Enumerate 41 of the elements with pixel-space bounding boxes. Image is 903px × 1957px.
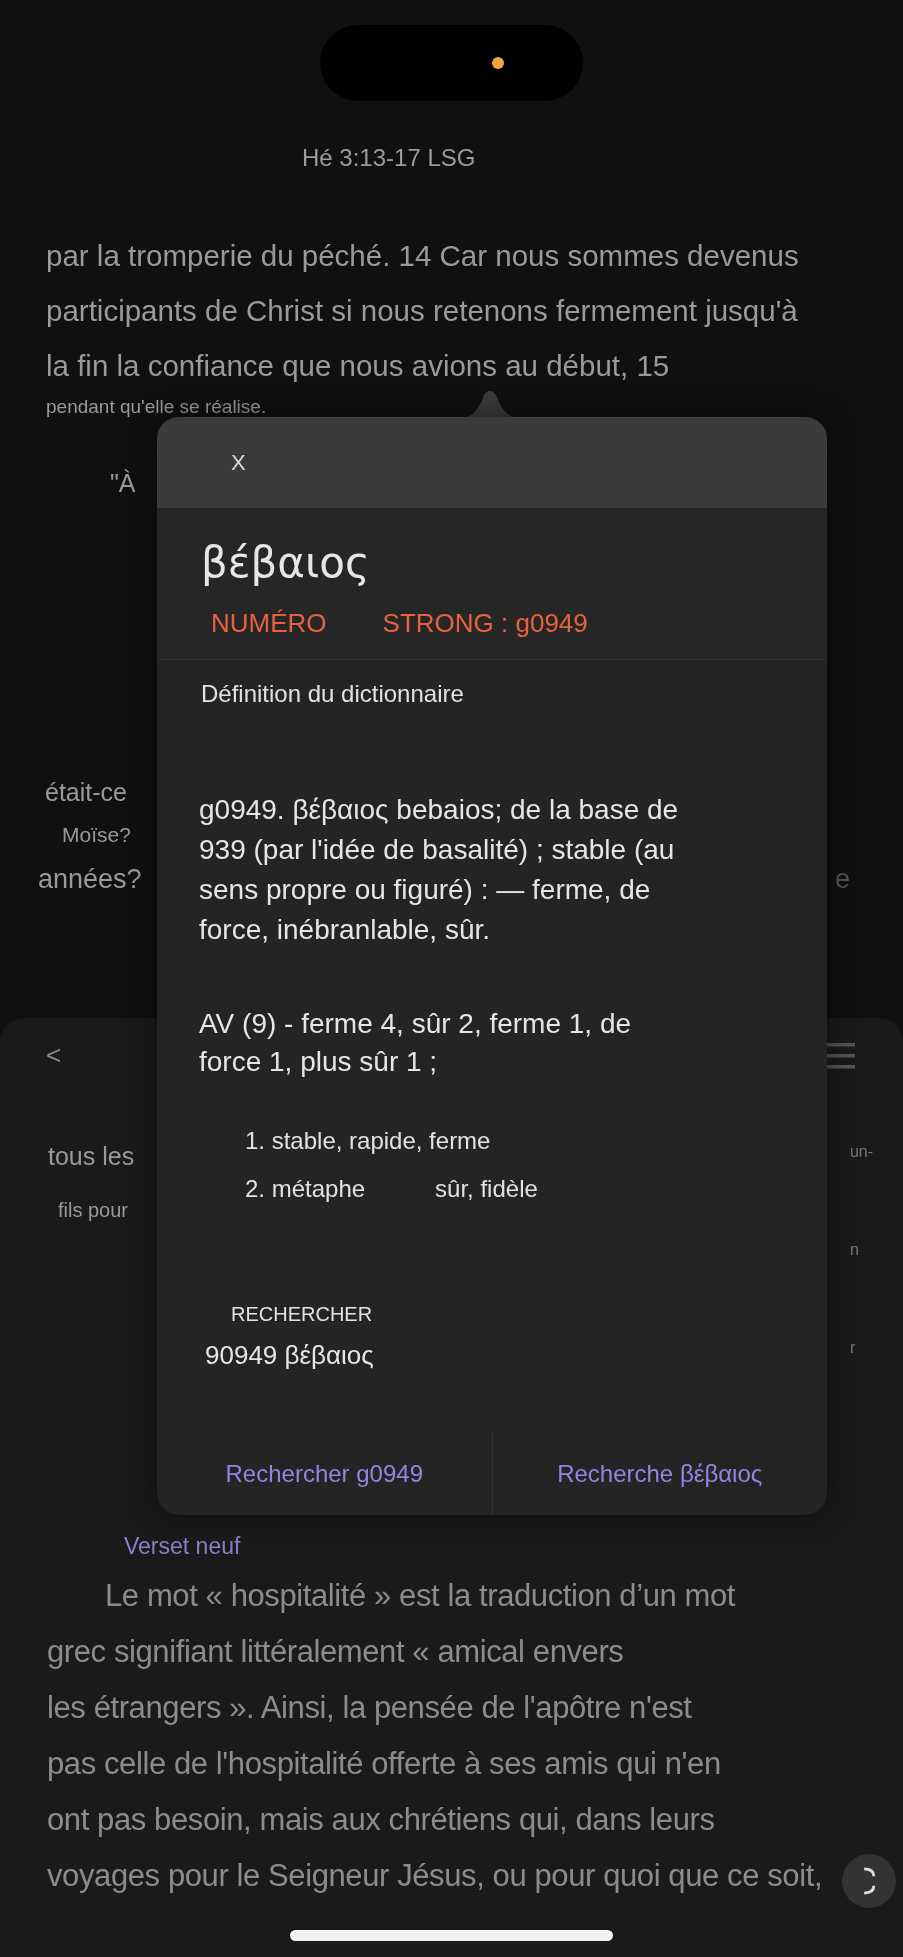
text-fragment: n xyxy=(849,1241,859,1259)
verse-fragment: Moïse? xyxy=(62,822,131,848)
article-line: grec signifiant littéralement « amical envers xyxy=(47,1633,624,1671)
indicator-dot-icon xyxy=(492,57,504,69)
text-fragment: fils pour xyxy=(58,1198,129,1223)
verse-line: participants de Christ si nous retenons fermement jusqu'à xyxy=(46,293,798,329)
greek-word: βέβαιος xyxy=(201,538,370,588)
article-line: les étrangers ». Ainsi, la pensée de l'apôtre n'est xyxy=(47,1689,692,1727)
article-line: voyages pour le Seigneur Jésus, ou pour quoi que ce soit, xyxy=(47,1857,823,1895)
new-verse-link[interactable]: Verset neuf xyxy=(124,1533,241,1560)
search-heading: RECHERCHER xyxy=(231,1303,373,1326)
verse-fragment: était-ce xyxy=(45,777,127,808)
back-button[interactable]: < xyxy=(46,1040,62,1071)
article-line: pas celle de l'hospitalité offerte à ses amis qui n'en xyxy=(47,1745,721,1783)
verse-line: la fin la confiance que nous avions au début, 15 xyxy=(46,348,670,384)
verse-line: pendant qu'elle se réalise. xyxy=(46,395,267,419)
search-link[interactable]: Rechercher g0949 xyxy=(157,1433,493,1515)
sense-note: sûr, fidèle xyxy=(435,1174,538,1204)
article-line: Le mot « hospitalité » est la traduction d’un mot xyxy=(105,1577,736,1615)
search-link[interactable]: Recherche βέβαιος xyxy=(492,1433,827,1515)
section-title: Définition du dictionnaire xyxy=(201,680,464,708)
strong-label: NUMÉRO xyxy=(211,608,327,639)
close-button[interactable]: X xyxy=(223,445,254,480)
passage-reference[interactable]: Hé 3:13-17 LSG xyxy=(302,143,476,173)
verse-line: par la tromperie du péché. 14 Car nous sommes devenus xyxy=(46,238,799,274)
strong-number: STRONG : g0949 xyxy=(382,608,588,639)
floating-button[interactable] xyxy=(842,1854,896,1908)
verse-fragment: "À xyxy=(110,468,136,499)
article-line: ont pas besoin, mais aux chrétiens qui, dans leurs xyxy=(47,1801,715,1839)
text-fragment: tous les xyxy=(48,1141,135,1172)
bracket-icon xyxy=(861,1866,877,1896)
search-term: 90949 βέβαιος xyxy=(205,1340,374,1371)
usage-text: AV (9) - ferme 4, sûr 2, ferme 1, de force 1, plus sûr 1 ; xyxy=(199,1007,633,1079)
text-fragment: un- xyxy=(849,1143,873,1161)
verse-fragment: années? xyxy=(38,863,142,896)
sense-item: 1. stable, rapide, ferme xyxy=(245,1126,491,1156)
sense-item: 2. métaphe xyxy=(245,1174,366,1204)
menu-icon[interactable] xyxy=(825,1042,855,1069)
definition-text: g0949. βέβαιος bebaios; de la base de 939 (par l'idée de basalité) ; stable (au sens propre ou figuré) : — ferme, de force, inébranlable, sûr. xyxy=(199,793,680,947)
text-fragment: r xyxy=(849,1339,856,1357)
verse-fragment: e xyxy=(834,863,850,896)
